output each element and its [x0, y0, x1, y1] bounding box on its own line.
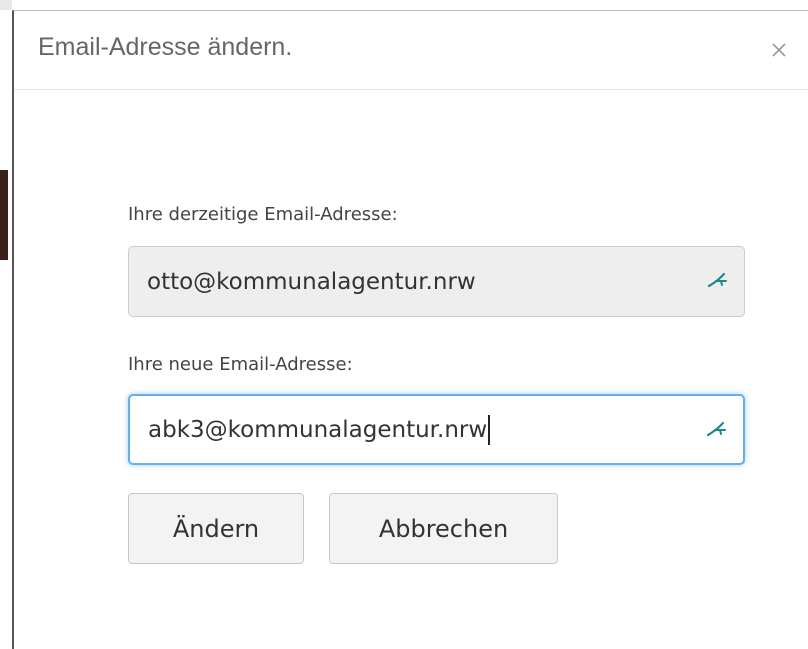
- change-email-dialog: Email-Adresse ändern. Ihre derzeitige Em…: [12, 10, 808, 649]
- text-caret: [488, 414, 491, 445]
- dialog-body: Ihre derzeitige Email-Adresse: otto@komm…: [14, 89, 808, 649]
- dialog-header: Email-Adresse ändern.: [14, 11, 808, 90]
- background-header-fragment: [0, 0, 12, 10]
- page: Email-Adresse ändern. Ihre derzeitige Em…: [0, 0, 808, 649]
- background-app-edge: [0, 0, 12, 649]
- close-icon: [772, 43, 786, 57]
- password-manager-key-icon[interactable]: [705, 418, 729, 442]
- change-button[interactable]: Ändern: [128, 493, 304, 564]
- current-email-label: Ihre derzeitige Email-Adresse:: [128, 204, 398, 225]
- current-email-value: otto@kommunalagentur.nrw: [147, 268, 476, 295]
- new-email-value: abk3@kommunalagentur.nrw: [148, 416, 488, 443]
- new-email-label: Ihre neue Email-Adresse:: [128, 354, 353, 375]
- password-manager-key-icon[interactable]: [706, 269, 730, 293]
- new-email-input[interactable]: abk3@kommunalagentur.nrw: [128, 394, 745, 465]
- close-button[interactable]: [764, 35, 794, 65]
- current-email-field: otto@kommunalagentur.nrw: [128, 246, 745, 317]
- cancel-button[interactable]: Abbrechen: [329, 493, 558, 564]
- dialog-title: Email-Adresse ändern.: [38, 33, 293, 61]
- background-sidebar-fragment: [0, 170, 8, 260]
